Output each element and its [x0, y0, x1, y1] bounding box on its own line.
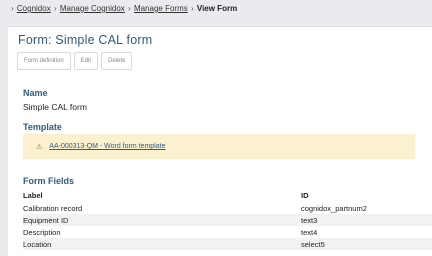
table-row: Description text4 [23, 226, 432, 238]
breadcrumb-link-manage-cognidox[interactable]: Manage Cognidox [60, 4, 125, 13]
field-label-cell: Description [23, 227, 61, 237]
table-row: Calibration record cognidox_partnum2 [23, 202, 432, 214]
field-id-cell: text4 [301, 227, 318, 237]
table-row: Equipment ID text3 [23, 214, 432, 226]
table-header-row: Label ID [23, 189, 432, 202]
template-alert: ⚠ AA-000313-QM - Word form template [23, 134, 415, 159]
field-id-cell: text3 [301, 214, 432, 226]
page-title: Form: Simple CAL form [18, 33, 153, 47]
field-label-cell: Equipment ID [23, 214, 301, 226]
content-panel: Form: Simple CAL form Form definition Ed… [8, 26, 432, 256]
field-label-cell: Location [23, 238, 301, 250]
form-fields-heading: Form Fields [23, 176, 75, 186]
field-id-cell: select5 [301, 238, 432, 250]
form-name-value: Simple CAL form [23, 102, 87, 112]
table-row: Location select5 [23, 238, 432, 250]
breadcrumb-current: View Form [196, 4, 238, 13]
breadcrumb-separator: › [128, 4, 131, 13]
action-toolbar: Form definition Edit Delete [17, 52, 133, 70]
breadcrumb: › Cognidox › Manage Cognidox › Manage Fo… [10, 4, 237, 13]
name-heading: Name [23, 88, 48, 98]
field-id-cell: cognidox_partnum2 [301, 203, 367, 213]
breadcrumb-link-manage-forms[interactable]: Manage Forms [134, 4, 188, 13]
column-header-label: Label [23, 191, 43, 200]
column-header-id: ID [301, 191, 309, 200]
form-definition-button[interactable]: Form definition [17, 52, 71, 70]
warning-icon: ⚠ [36, 143, 43, 151]
edit-button[interactable]: Edit [73, 52, 99, 70]
template-link[interactable]: AA-000313-QM - Word form template [49, 143, 165, 150]
delete-button[interactable]: Delete [101, 52, 133, 70]
template-heading: Template [23, 122, 62, 132]
breadcrumb-separator: › [53, 4, 57, 13]
breadcrumb-separator: › [190, 4, 194, 13]
form-fields-table: Label ID Calibration record cognidox_par… [23, 189, 432, 250]
breadcrumb-separator: › [11, 4, 14, 13]
breadcrumb-link-cognidox[interactable]: Cognidox [17, 4, 51, 13]
field-label-cell: Calibration record [23, 203, 83, 213]
